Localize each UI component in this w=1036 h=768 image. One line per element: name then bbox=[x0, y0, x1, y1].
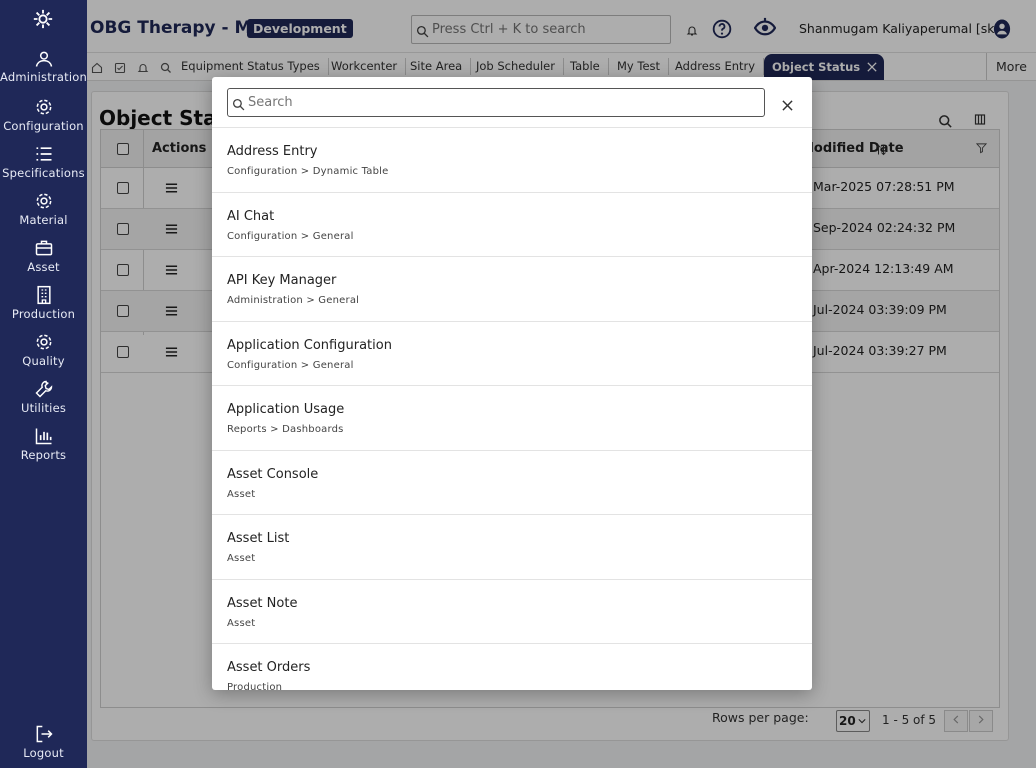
logout-icon bbox=[36, 725, 53, 743]
users-icon bbox=[35, 51, 52, 67]
gear-icon bbox=[36, 193, 51, 209]
list-item[interactable]: Application Usage Reports > Dashboards bbox=[212, 385, 812, 450]
list-item[interactable]: Asset Note Asset bbox=[212, 578, 812, 644]
result-title: Asset Console bbox=[227, 466, 319, 482]
logout-button[interactable]: Logout bbox=[0, 724, 87, 760]
bar-chart-icon bbox=[35, 428, 51, 445]
result-path: Production bbox=[227, 682, 283, 690]
logout-label: Logout bbox=[23, 746, 64, 760]
sidebar-item-label: Administration bbox=[0, 70, 87, 84]
sidebar-item-label: Quality bbox=[22, 354, 65, 368]
sidebar-item-label: Asset bbox=[27, 260, 60, 274]
list-item[interactable]: Asset List Asset bbox=[212, 514, 812, 579]
sidebar-item-specifications[interactable]: Specifications bbox=[0, 144, 87, 180]
list-item[interactable]: Address Entry Configuration > Dynamic Ta… bbox=[212, 127, 812, 192]
result-title: Address Entry bbox=[227, 144, 318, 159]
result-title: Asset Orders bbox=[227, 660, 311, 675]
result-path: Administration > General bbox=[227, 295, 360, 306]
sidebar-item-reports[interactable]: Reports bbox=[0, 426, 87, 462]
result-path: Asset bbox=[227, 617, 256, 629]
list-item[interactable]: Application Configuration Configuration … bbox=[212, 320, 812, 386]
result-title: Application Usage bbox=[227, 402, 345, 417]
sidebar-item-label: Configuration bbox=[3, 119, 84, 133]
close-icon[interactable] bbox=[782, 96, 793, 115]
gear-icon bbox=[36, 334, 51, 350]
sidebar-item-asset[interactable]: Asset bbox=[0, 238, 87, 274]
sidebar-item-label: Specifications bbox=[2, 166, 85, 180]
sidebar: Administration Configuration Specificati… bbox=[0, 0, 87, 768]
sidebar-item-administration[interactable]: Administration bbox=[0, 50, 87, 84]
search-icon bbox=[232, 98, 245, 111]
result-path: Reports > Dashboards bbox=[227, 424, 344, 435]
result-title: Application Configuration bbox=[227, 337, 392, 353]
sidebar-item-utilities[interactable]: Utilities bbox=[0, 379, 87, 415]
sidebar-item-production[interactable]: Production bbox=[0, 285, 87, 321]
list-item[interactable]: API Key Manager Administration > General bbox=[212, 256, 812, 321]
result-title: AI Chat bbox=[227, 208, 275, 224]
sidebar-item-configuration[interactable]: Configuration bbox=[0, 97, 87, 133]
wrench-icon bbox=[34, 380, 52, 398]
sidebar-item-label: Reports bbox=[20, 448, 67, 462]
modal-search-input[interactable] bbox=[248, 93, 748, 111]
sidebar-item-label: Production bbox=[11, 307, 76, 321]
search-modal: Address Entry Configuration > Dynamic Ta… bbox=[212, 77, 812, 690]
sidebar-item-material[interactable]: Material bbox=[0, 191, 87, 227]
result-path: Asset bbox=[227, 553, 256, 564]
result-path: Configuration > General bbox=[227, 230, 354, 242]
sidebar-item-quality[interactable]: Quality bbox=[0, 332, 87, 368]
list-icon bbox=[36, 147, 51, 161]
result-path: Configuration > Dynamic Table bbox=[227, 166, 389, 177]
search-results: Address Entry Configuration > Dynamic Ta… bbox=[212, 127, 812, 690]
building-icon bbox=[36, 285, 51, 305]
modal-search-box[interactable] bbox=[227, 88, 765, 117]
list-item[interactable]: AI Chat Configuration > General bbox=[212, 191, 812, 257]
result-title: Asset List bbox=[227, 531, 290, 546]
list-item[interactable]: Asset Console Asset bbox=[212, 449, 812, 515]
sidebar-item-label: Utilities bbox=[20, 401, 67, 415]
result-path: Configuration > General bbox=[227, 359, 354, 371]
app-logo-icon[interactable] bbox=[32, 8, 56, 32]
result-title: Asset Note bbox=[227, 595, 298, 611]
gear-icon bbox=[36, 99, 51, 115]
list-item[interactable]: Asset Orders Production bbox=[212, 643, 812, 690]
result-path: Asset bbox=[227, 488, 256, 500]
briefcase-icon bbox=[35, 240, 52, 256]
result-title: API Key Manager bbox=[227, 273, 337, 288]
sidebar-item-label: Material bbox=[19, 213, 68, 227]
